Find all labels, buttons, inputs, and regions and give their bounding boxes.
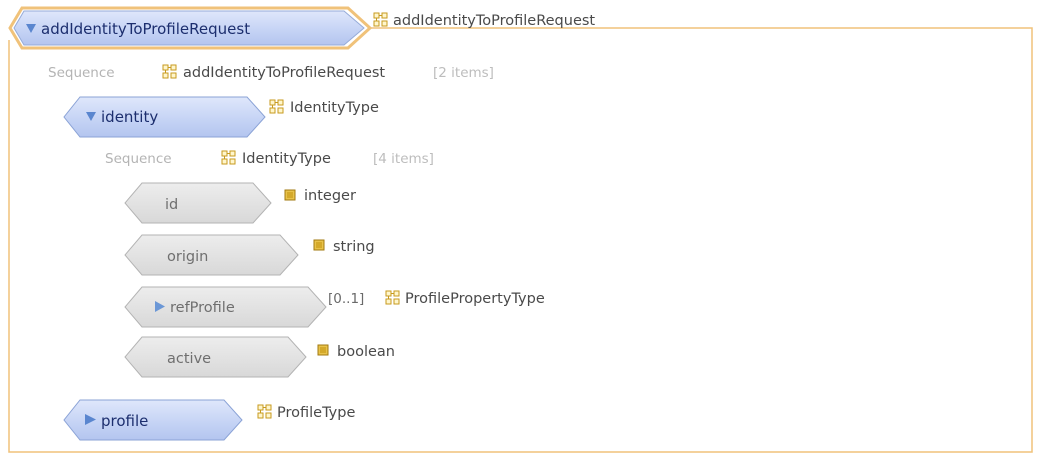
- element-type: ProfilePropertyType: [405, 291, 545, 307]
- element-name: identity: [101, 108, 158, 126]
- element-identity[interactable]: identity: [63, 96, 266, 138]
- element-name: id: [165, 197, 178, 213]
- sequence-label: Sequence: [48, 65, 115, 81]
- element-profile[interactable]: profile: [63, 399, 243, 441]
- element-refProfile[interactable]: refProfile: [124, 286, 327, 328]
- element-name: active: [167, 351, 211, 367]
- element-active[interactable]: active: [124, 336, 307, 378]
- element-name: refProfile: [170, 300, 235, 316]
- simple-type-icon: [284, 189, 296, 201]
- element-type: string: [333, 239, 375, 255]
- complex-type-icon: [162, 64, 177, 79]
- sequence-type: IdentityType: [242, 151, 331, 167]
- svg-text:addIdentityToProfileRequest: addIdentityToProfileRequest: [393, 13, 595, 29]
- element-type: integer: [304, 188, 356, 204]
- complex-type-icon: [269, 99, 284, 114]
- sequence-type: addIdentityToProfileRequest: [183, 65, 385, 81]
- sequence-label: Sequence: [105, 151, 172, 167]
- element-name: profile: [101, 412, 148, 430]
- element-type: IdentityType: [290, 100, 379, 116]
- root-element-name: addIdentityToProfileRequest: [41, 20, 250, 38]
- sequence-count: [4 items]: [373, 151, 434, 167]
- element-cardinality: [0..1]: [328, 291, 364, 307]
- complex-type-icon: [385, 290, 400, 305]
- root-element[interactable]: addIdentityToProfileRequest: [8, 6, 373, 50]
- element-id[interactable]: id: [124, 182, 272, 224]
- complex-type-icon: [221, 150, 236, 165]
- element-origin[interactable]: origin: [124, 234, 299, 276]
- complex-type-icon: [373, 12, 388, 27]
- simple-type-icon: [313, 239, 325, 251]
- schema-diagram: addIdentityToProfileRequest addIdentityT…: [8, 6, 1033, 453]
- simple-type-icon: [317, 344, 329, 356]
- sequence-count: [2 items]: [433, 65, 494, 81]
- element-name: origin: [167, 249, 208, 265]
- root-type: addIdentityToProfileRequest: [373, 12, 595, 29]
- element-type: ProfileType: [277, 405, 355, 421]
- complex-type-icon: [257, 404, 272, 419]
- element-type: boolean: [337, 344, 395, 360]
